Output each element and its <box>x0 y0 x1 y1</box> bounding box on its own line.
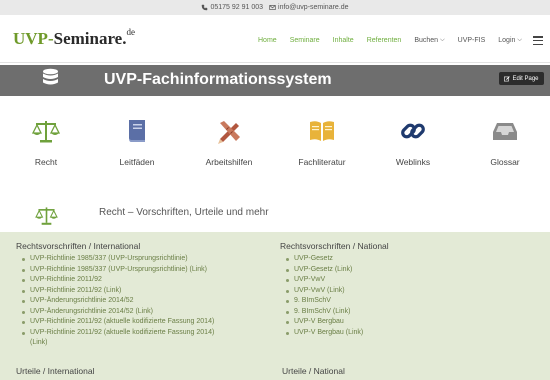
list-item[interactable]: UVP-Änderungsrichtlinie 2014/52 (Link) <box>16 307 214 318</box>
logo-part-uvp: UVP- <box>13 29 54 48</box>
page-banner: UVP-Fachinformationssystem <box>0 65 550 96</box>
list-item[interactable]: UVP-V Bergbau <box>280 317 389 328</box>
list-item[interactable]: UVP-Richtlinie 2011/92 (aktuelle kodifiz… <box>16 328 214 339</box>
open-book-icon <box>310 121 334 141</box>
chain-link-icon <box>401 123 425 139</box>
menu-toggle-icon[interactable] <box>533 36 543 45</box>
logo-tld: de <box>126 27 135 38</box>
heading-urteile-national: Urteile / National <box>282 366 345 376</box>
section-title: Recht – Vorschriften, Urteile und mehr <box>99 207 269 218</box>
category-arbeitshilfen[interactable]: Arbeitshilfen <box>189 118 269 167</box>
list-heading: Rechtsvorschriften / International <box>16 241 141 251</box>
category-label: Fachliteratur <box>298 157 346 167</box>
book-icon <box>129 120 145 142</box>
pencil-ruler-icon <box>218 121 240 144</box>
nav-referenten[interactable]: Referenten <box>367 37 402 44</box>
list-item[interactable]: UVP-VwV <box>280 275 389 286</box>
chevron-down-icon: ⌵ <box>517 36 522 43</box>
list-item[interactable]: 9. BImSchV (Link) <box>280 307 389 318</box>
nav-home[interactable]: Home <box>258 37 277 44</box>
list-item[interactable]: UVP-Richtlinie 1985/337 (UVP-Ursprungsri… <box>16 265 214 276</box>
category-label: Arbeitshilfen <box>205 157 253 167</box>
list-item[interactable]: UVP-Gesetz (Link) <box>280 265 389 276</box>
email-address: info@uvp-seminare.de <box>278 4 349 11</box>
envelope-icon <box>269 5 276 10</box>
page-title: UVP-Fachinformationssystem <box>104 71 332 88</box>
site-logo[interactable]: UVP-Seminare.de <box>13 27 135 49</box>
list-item[interactable]: 9. BImSchV <box>280 296 389 307</box>
balance-scale-icon <box>32 121 60 143</box>
nav-uvp-fis[interactable]: UVP-FIS <box>458 37 486 44</box>
edit-page-label: Edit Page <box>512 75 539 82</box>
balance-scale-icon <box>35 207 58 225</box>
heading-urteile-international: Urteile / International <box>16 366 95 376</box>
category-leitfaeden[interactable]: Leitfäden <box>97 118 177 167</box>
list-heading: Rechtsvorschriften / National <box>280 241 389 251</box>
list-item[interactable]: UVP-Richtlinie 2011/92 <box>16 275 214 286</box>
phone-number: 05175 92 91 003 <box>210 4 264 11</box>
logo-part-seminare: Seminare. <box>53 29 127 48</box>
list-item[interactable]: UVP-V Bergbau (Link) <box>280 328 389 339</box>
category-recht[interactable]: Recht <box>6 118 86 167</box>
main-nav: Home Seminare Inhalte Referenten Buchen ⌵… <box>258 34 535 46</box>
list-item[interactable]: UVP-VwV (Link) <box>280 286 389 297</box>
nav-inhalte[interactable]: Inhalte <box>333 37 354 44</box>
nav-buchen-label: Buchen <box>414 36 439 44</box>
phone-contact[interactable]: 05175 92 91 003 <box>201 4 263 11</box>
category-glossar[interactable]: Glossar <box>465 118 545 167</box>
phone-icon <box>202 4 208 11</box>
category-label: Leitfäden <box>119 157 155 167</box>
nav-buchen[interactable]: Buchen ⌵ <box>414 37 444 44</box>
chevron-down-icon: ⌵ <box>440 36 445 43</box>
database-icon <box>43 68 58 85</box>
edit-icon <box>504 75 511 81</box>
category-label: Weblinks <box>395 157 431 167</box>
list-item[interactable]: UVP-Gesetz <box>280 254 389 265</box>
category-label: Glossar <box>490 157 520 167</box>
category-weblinks[interactable]: Weblinks <box>373 118 453 167</box>
nav-login[interactable]: Login ⌵ <box>498 37 522 44</box>
nav-login-label: Login <box>498 36 516 44</box>
nav-seminare[interactable]: Seminare <box>290 37 320 44</box>
list-item[interactable]: UVP-Richtlinie 2011/92 (Link) <box>16 286 214 297</box>
list-item-continuation[interactable]: (Link) <box>16 338 214 349</box>
edit-page-button[interactable]: Edit Page <box>499 72 544 85</box>
contact-bar: 05175 92 91 003 info@uvp-seminare.de <box>0 0 550 15</box>
email-contact[interactable]: info@uvp-seminare.de <box>269 4 349 11</box>
content-area: Rechtsvorschriften / International UVP-R… <box>0 232 550 380</box>
list-item[interactable]: UVP-Richtlinie 1985/337 (UVP-Ursprungsri… <box>16 254 214 265</box>
list-national: Rechtsvorschriften / National UVP-Gesetz… <box>280 241 389 338</box>
inbox-tray-icon <box>493 123 517 140</box>
list-international: Rechtsvorschriften / International UVP-R… <box>16 241 214 349</box>
category-fachliteratur[interactable]: Fachliteratur <box>282 118 362 167</box>
list-item[interactable]: UVP-Richtlinie 2011/92 (aktuelle kodifiz… <box>16 317 214 328</box>
category-label: Recht <box>34 157 58 167</box>
list-item[interactable]: UVP-Änderungsrichtlinie 2014/52 <box>16 296 214 307</box>
